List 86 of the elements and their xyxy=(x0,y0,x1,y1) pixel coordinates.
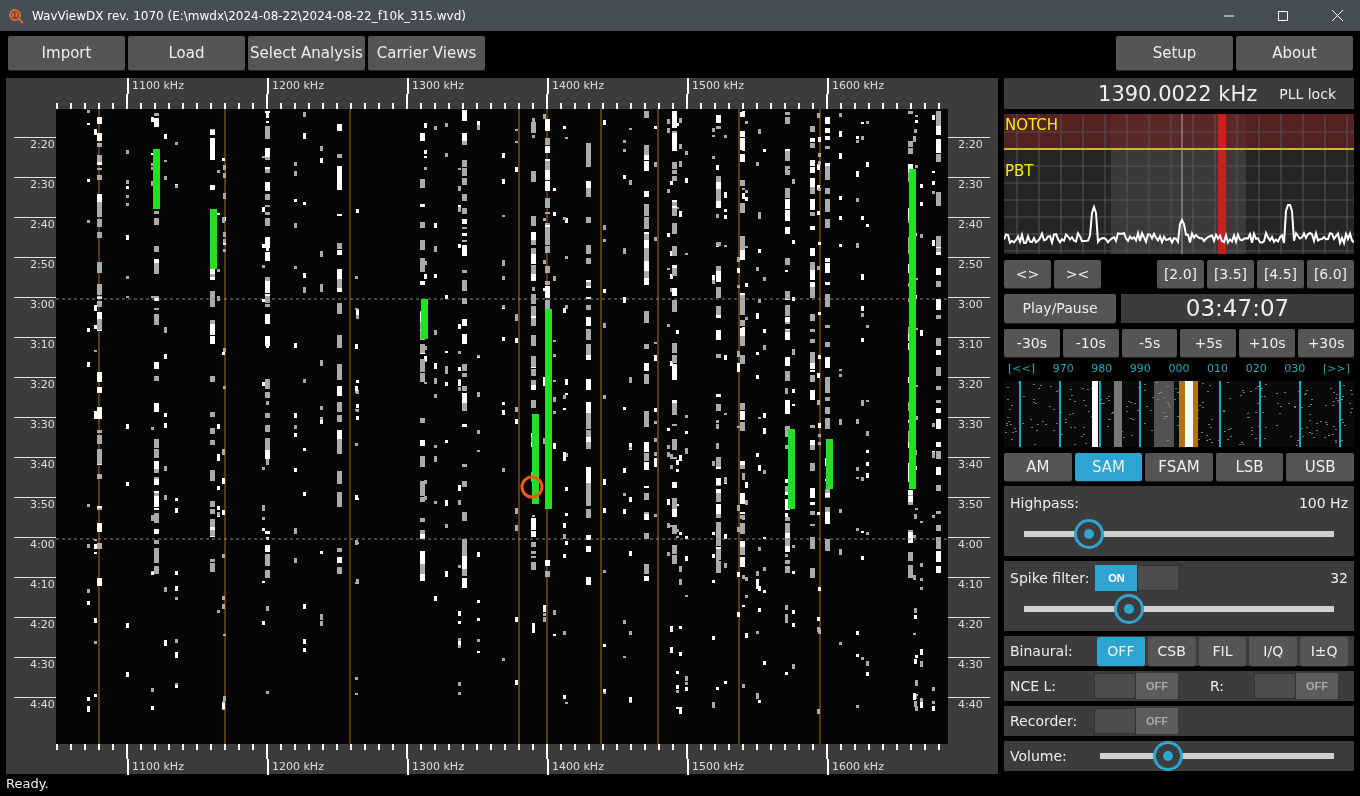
frequency-label: 1600 kHz xyxy=(827,759,967,775)
skip-button[interactable]: -30s xyxy=(1004,328,1060,357)
frequency-label: 1200 kHz xyxy=(267,759,407,775)
skip-button[interactable]: +10s xyxy=(1239,328,1296,357)
toolbar-button[interactable]: About xyxy=(1236,36,1353,70)
frequency-label: 1100 kHz xyxy=(127,78,267,94)
channel-scale-label: 000 xyxy=(1168,362,1190,376)
skip-button[interactable]: +5s xyxy=(1180,328,1237,357)
spike-filter-reading: 32 xyxy=(1330,570,1348,586)
binaural-option[interactable]: FIL xyxy=(1198,636,1247,666)
shift-button[interactable]: >< xyxy=(1054,259,1101,288)
lock-status: PLL lock xyxy=(1279,85,1336,102)
time-label: 4:30 xyxy=(948,657,990,697)
time-label: 2:30 xyxy=(948,177,990,217)
toolbar-button[interactable]: Select Analysis xyxy=(248,36,365,70)
skip-button[interactable]: -10s xyxy=(1062,328,1119,357)
frequency-label: 1600 kHz xyxy=(827,78,967,94)
recorder-label: Recorder: xyxy=(1010,713,1079,729)
nce-label: NCE L: xyxy=(1010,678,1058,694)
playback-time: 03:47:07 xyxy=(1121,293,1354,323)
toolbar-button[interactable]: Import xyxy=(8,36,125,70)
time-label: 2:20 xyxy=(948,137,990,177)
time-label: 3:20 xyxy=(948,377,990,417)
window-title: WavViewDX rev. 1070 (E:\mwdx\2024-08-22\2024-08-22_f10k_315.wvd) xyxy=(32,8,468,23)
binaural-label: Binaural: xyxy=(1010,643,1074,659)
frequency-label: 1500 kHz xyxy=(687,78,827,94)
frequency-label: 1400 kHz xyxy=(547,759,687,775)
frequency-label: 1400 kHz xyxy=(547,78,687,94)
slider-thumb[interactable] xyxy=(1152,741,1183,771)
time-label: 4:40 xyxy=(948,697,990,737)
channel-scale-label: 990 xyxy=(1129,362,1151,376)
frequency-label: 1100 kHz xyxy=(127,759,267,775)
notch-label: NOTCH xyxy=(1005,116,1059,134)
nce-right-label: R: xyxy=(1209,678,1225,694)
slider-thumb[interactable] xyxy=(1114,594,1145,624)
time-label: 3:50 xyxy=(948,497,990,537)
channel-scale-label: 980 xyxy=(1091,362,1113,376)
time-label: 2:40 xyxy=(948,217,990,257)
play-pause-button[interactable]: Play/Pause xyxy=(1004,293,1116,323)
mode-button[interactable]: AM xyxy=(1004,452,1072,481)
toolbar-button[interactable]: Carrier Views xyxy=(368,36,485,70)
highpass-label: Highpass: xyxy=(1010,495,1079,511)
channel-scale-label: 020 xyxy=(1245,362,1267,376)
close-icon xyxy=(1331,10,1343,21)
app-logo-icon xyxy=(8,7,24,24)
toolbar-button[interactable]: Load xyxy=(128,36,245,70)
status-text: Ready. xyxy=(6,776,49,791)
frequency-label: 1500 kHz xyxy=(687,759,827,775)
toolbar-button[interactable]: Setup xyxy=(1116,36,1233,70)
channel-scale-label: 030 xyxy=(1284,362,1306,376)
maximize-icon xyxy=(1278,10,1288,21)
mode-button[interactable]: LSB xyxy=(1215,452,1284,481)
frequency-label: 1300 kHz xyxy=(407,78,547,94)
pbt-label: PBT xyxy=(1005,162,1034,180)
time-label: 4:10 xyxy=(948,577,990,617)
time-label: 3:00 xyxy=(948,297,990,337)
binaural-option[interactable]: I/Q xyxy=(1249,636,1298,666)
tuned-frequency: 1390.0022 kHz xyxy=(1098,81,1258,106)
highpass-reading: 100 Hz xyxy=(1298,495,1348,511)
frequency-label: 1200 kHz xyxy=(267,78,407,94)
shift-button[interactable]: <> xyxy=(1004,259,1051,288)
spike-filter-label: Spike filter: xyxy=(1010,570,1090,586)
skip-button[interactable]: -5s xyxy=(1121,328,1178,357)
skip-button[interactable]: +30s xyxy=(1298,328,1354,357)
binaural-option[interactable]: I±Q xyxy=(1300,636,1348,666)
spectrum-graph[interactable] xyxy=(1004,114,1354,254)
slider-thumb[interactable] xyxy=(1074,519,1105,549)
bandwidth-button[interactable]: [3.5] xyxy=(1207,259,1254,288)
bandwidth-button[interactable]: [6.0] xyxy=(1307,259,1354,288)
time-label: 4:20 xyxy=(948,617,990,657)
time-label: 3:40 xyxy=(948,457,990,497)
time-label: 3:10 xyxy=(948,337,990,377)
bandwidth-button[interactable]: [2.0] xyxy=(1157,259,1204,288)
binaural-option[interactable]: CSB xyxy=(1147,636,1196,666)
channel-scale-label[interactable]: [<<] xyxy=(1008,362,1036,376)
time-label: 4:00 xyxy=(948,537,990,577)
channel-scale-label[interactable]: [>>] xyxy=(1322,362,1350,376)
time-label: 2:50 xyxy=(948,257,990,297)
mode-button[interactable]: FSAM xyxy=(1145,452,1213,481)
bandwidth-button[interactable]: [4.5] xyxy=(1257,259,1304,288)
channel-scale-label: 970 xyxy=(1052,362,1074,376)
mode-button[interactable]: USB xyxy=(1286,452,1354,481)
volume-label: Volume: xyxy=(1010,748,1068,764)
channel-scale-label: 010 xyxy=(1207,362,1229,376)
frequency-label: 1300 kHz xyxy=(407,759,547,775)
time-label: 3:30 xyxy=(948,417,990,457)
